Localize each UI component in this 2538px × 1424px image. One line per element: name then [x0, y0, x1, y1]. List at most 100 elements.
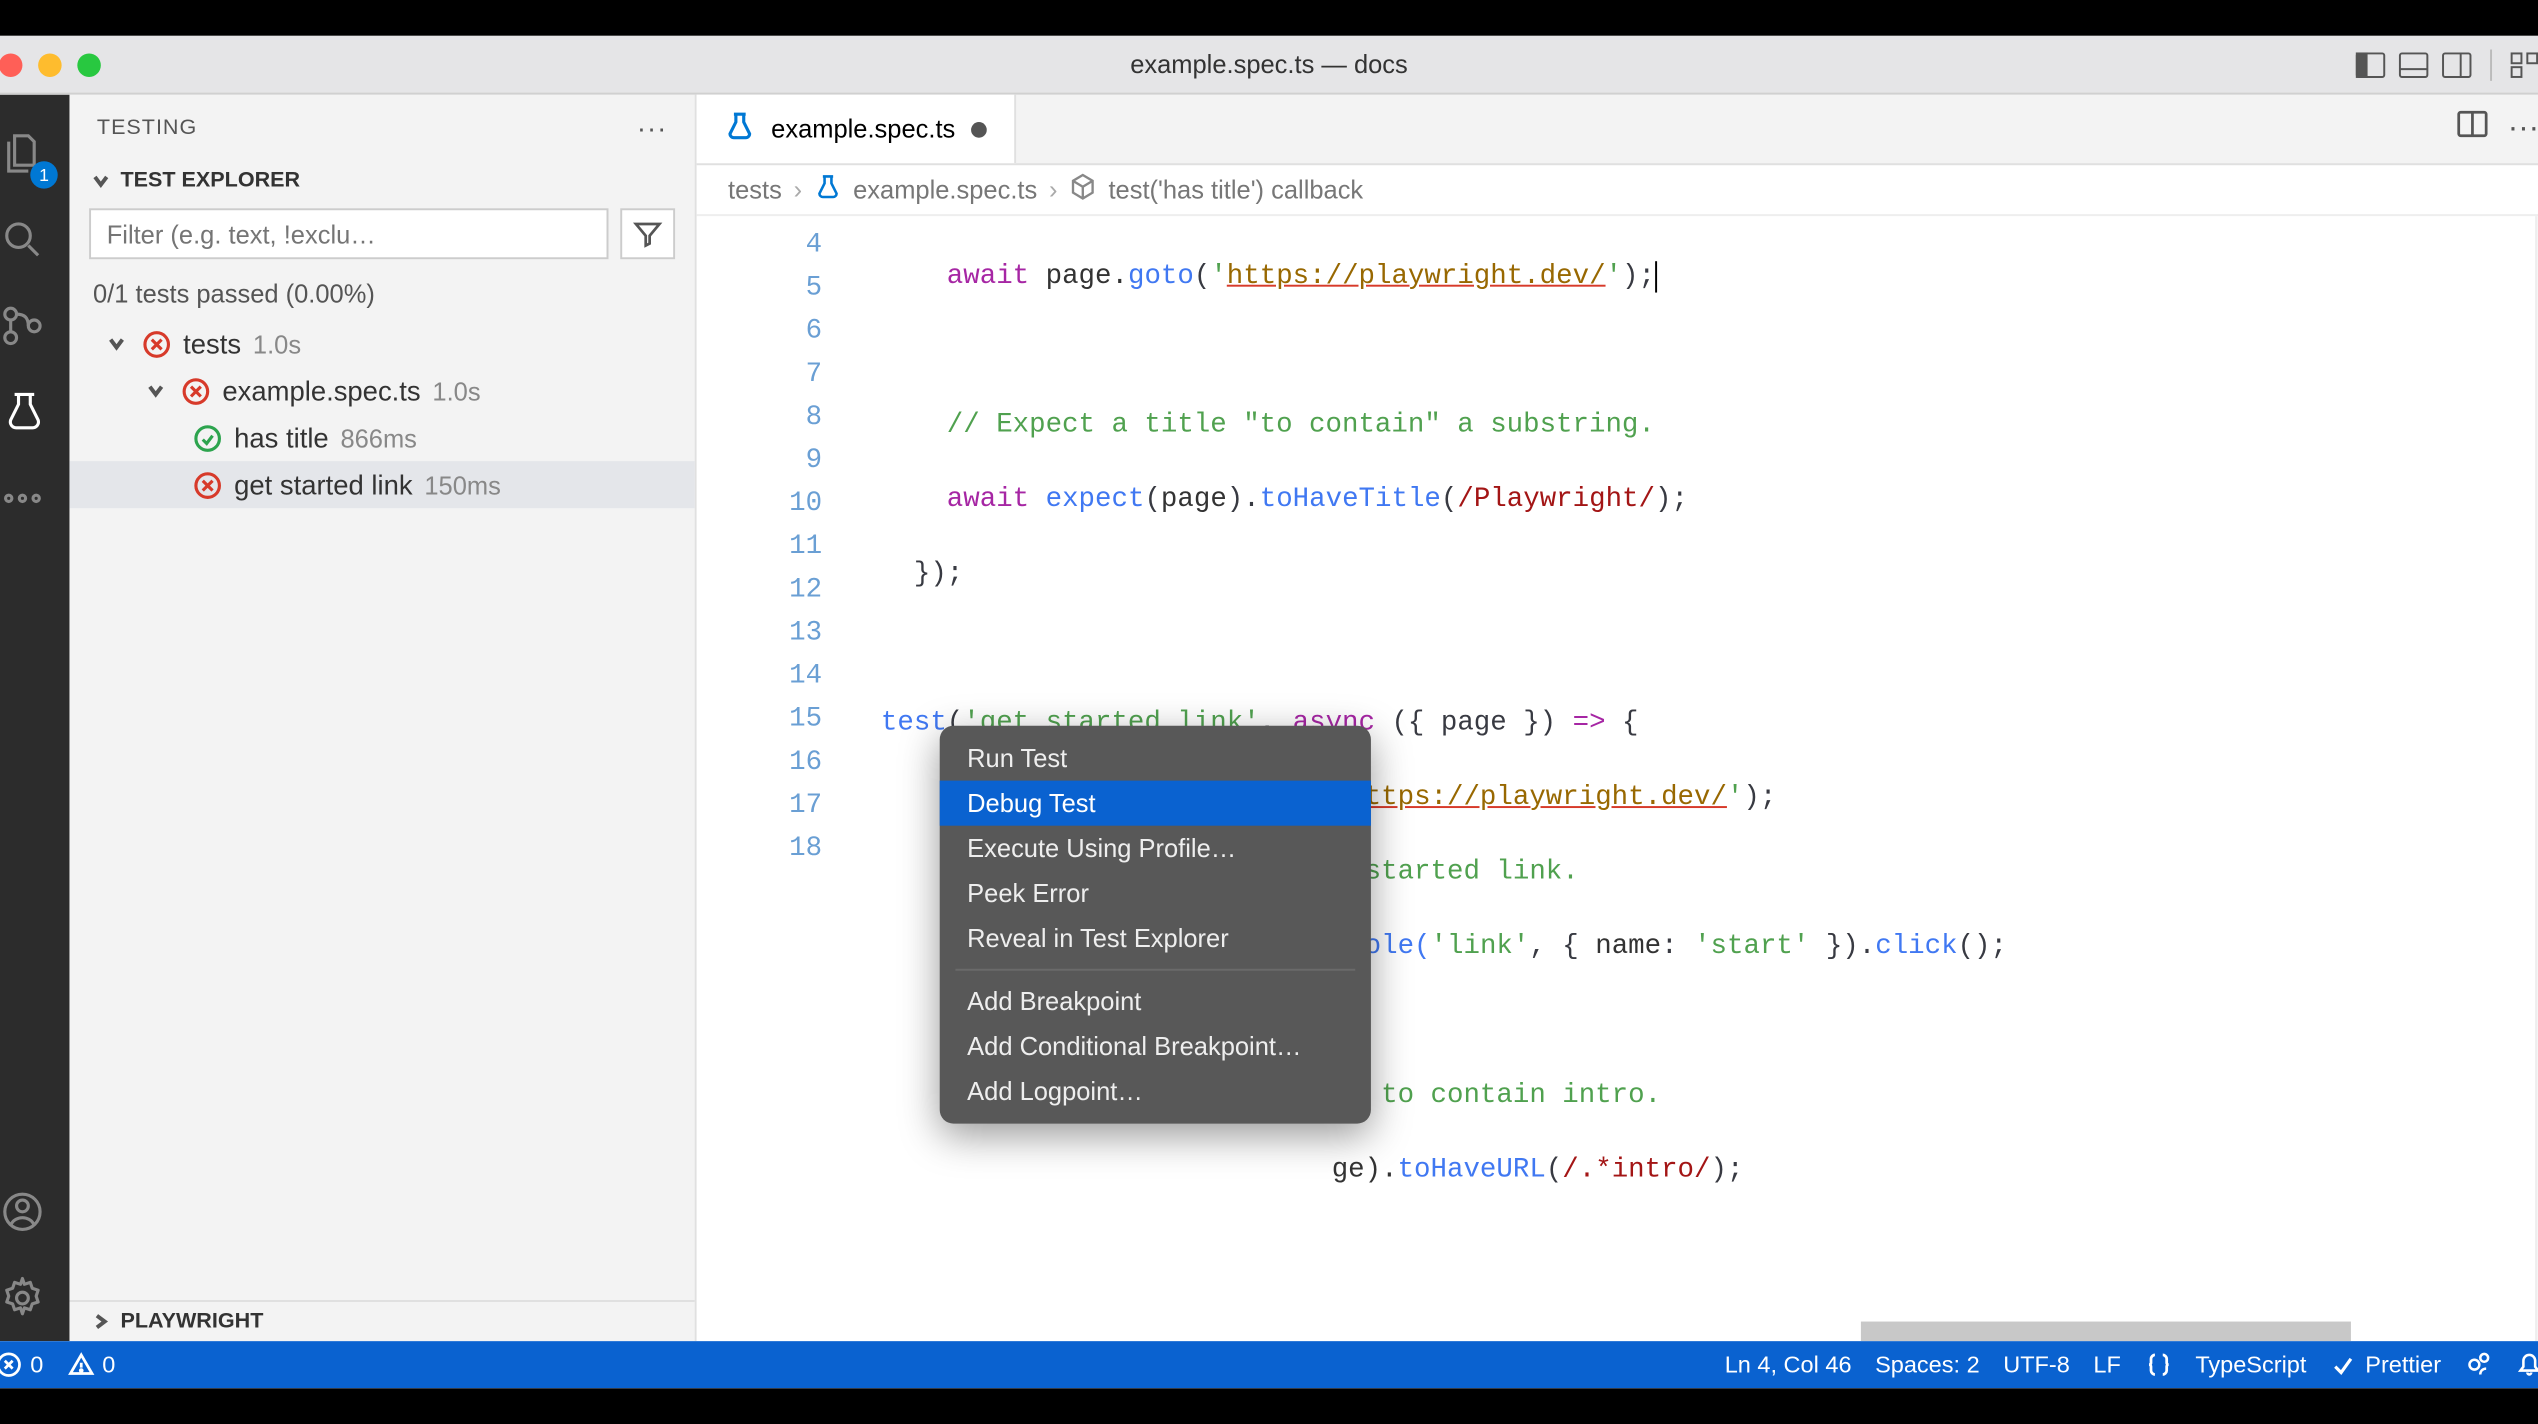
chevron-down-icon	[105, 332, 129, 356]
line-number: 14	[697, 655, 822, 698]
line-number: 5	[697, 267, 822, 310]
breadcrumb-item[interactable]: example.spec.ts	[853, 175, 1037, 204]
tree-label: get started link	[234, 469, 412, 500]
code-line: // Expect a title "to contain" a substri…	[881, 404, 2538, 447]
context-menu-item[interactable]: Add Breakpoint	[940, 979, 1371, 1024]
activity-testing[interactable]	[0, 369, 69, 455]
activity-search[interactable]	[0, 197, 69, 283]
status-warning-count: 0	[102, 1351, 115, 1378]
gutter: 4 5 6 7 8 9 10 11 12 13 14 15 16 17 18	[697, 216, 842, 1341]
status-warnings[interactable]: 0	[67, 1351, 115, 1378]
code-line: await expect(page).toHaveTitle(/Playwrig…	[881, 479, 2538, 522]
filter-row	[69, 200, 694, 267]
status-eol[interactable]: LF	[2093, 1351, 2120, 1378]
toggle-panel-icon[interactable]	[2396, 49, 2431, 80]
tree-label: has title	[234, 422, 329, 453]
tree-time: 866ms	[340, 423, 417, 452]
activity-source-control[interactable]	[0, 283, 69, 369]
toggle-primary-sidebar-icon[interactable]	[2353, 49, 2388, 80]
context-menu-item[interactable]: Reveal in Test Explorer	[940, 916, 1371, 961]
status-cursor[interactable]: Ln 4, Col 46	[1725, 1351, 1852, 1378]
tab-label: example.spec.ts	[771, 114, 955, 143]
split-editor-icon[interactable]	[2457, 110, 2488, 147]
beaker-icon	[814, 173, 841, 206]
tree-time: 1.0s	[432, 376, 480, 405]
status-braces-icon[interactable]	[2144, 1351, 2171, 1378]
tree-label: tests	[183, 328, 241, 359]
window-title: example.spec.ts — docs	[1130, 50, 1408, 79]
status-error-count: 0	[30, 1351, 43, 1378]
line-number: 6	[697, 310, 822, 353]
context-menu-item[interactable]: Add Logpoint…	[940, 1069, 1371, 1114]
test-explorer-header[interactable]: TEST EXPLORER	[69, 161, 694, 200]
more-actions-icon[interactable]: ···	[2508, 111, 2538, 146]
editor-tabs: example.spec.ts ···	[697, 95, 2538, 166]
vscode-window: example.spec.ts — docs 1	[0, 36, 2538, 1388]
tree-row-file[interactable]: example.spec.ts 1.0s	[69, 367, 694, 414]
code-line	[881, 628, 2538, 671]
status-prettier[interactable]: Prettier	[2330, 1351, 2441, 1378]
chevron-down-icon	[144, 379, 168, 403]
toggle-secondary-sidebar-icon[interactable]	[2439, 49, 2474, 80]
context-menu-item[interactable]: Debug Test	[940, 781, 1371, 826]
chevron-down-icon	[89, 169, 113, 193]
customize-layout-icon[interactable]	[2508, 49, 2538, 80]
activity-more[interactable]	[0, 455, 69, 541]
explorer-badge: 1	[30, 161, 57, 188]
window-zoom[interactable]	[77, 52, 101, 76]
testing-sidebar: TESTING ··· TEST EXPLORER 0/1 tests pass…	[69, 95, 696, 1342]
line-number: 18	[697, 828, 822, 871]
sidebar-more-icon[interactable]: ···	[637, 112, 667, 143]
activity-accounts[interactable]	[0, 1169, 69, 1255]
activity-settings[interactable]	[0, 1255, 69, 1341]
context-menu-item[interactable]: Run Test	[940, 736, 1371, 781]
fail-icon	[179, 375, 210, 406]
fail-icon	[140, 328, 171, 359]
fail-icon	[191, 469, 222, 500]
window-minimize[interactable]	[38, 52, 62, 76]
breadcrumbs[interactable]: tests › example.spec.ts › test('has titl…	[697, 165, 2538, 216]
status-encoding[interactable]: UTF-8	[2003, 1351, 2070, 1378]
code-line: await page.goto('https://playwright.dev/…	[881, 255, 2538, 298]
activity-bar: 1	[0, 95, 69, 1342]
context-menu-item[interactable]: Add Conditional Breakpoint…	[940, 1024, 1371, 1069]
line-number: 15	[697, 698, 822, 741]
filter-button[interactable]	[620, 208, 675, 259]
line-number: 8	[697, 396, 822, 439]
breadcrumb-item[interactable]: test('has title') callback	[1108, 175, 1363, 204]
chevron-right-icon	[89, 1310, 113, 1334]
tree-time: 150ms	[424, 470, 501, 499]
activity-explorer[interactable]: 1	[0, 110, 69, 196]
status-language[interactable]: TypeScript	[2195, 1351, 2306, 1378]
status-bell-icon[interactable]	[2516, 1351, 2538, 1378]
context-menu-item[interactable]: Peek Error	[940, 871, 1371, 916]
tab-actions: ···	[2433, 95, 2538, 164]
tree-row-has-title[interactable]: has title 866ms	[69, 414, 694, 461]
breadcrumb-item[interactable]: tests	[728, 175, 782, 204]
filter-input[interactable]	[89, 208, 608, 259]
line-number: 13	[697, 612, 822, 655]
traffic-lights	[0, 52, 101, 76]
status-indent[interactable]: Spaces: 2	[1875, 1351, 1980, 1378]
status-feedback-icon[interactable]	[2465, 1351, 2492, 1378]
status-errors[interactable]: 0	[0, 1351, 43, 1378]
tree-row-get-started[interactable]: get started link 150ms	[69, 461, 694, 508]
code-line: ge).toHaveURL(/.*intro/);	[881, 1149, 2538, 1192]
playwright-section-header[interactable]: PLAYWRIGHT	[69, 1302, 694, 1341]
pass-icon	[191, 422, 222, 453]
title-actions	[2353, 49, 2538, 80]
tab-example-spec[interactable]: example.spec.ts	[697, 95, 1016, 164]
line-number: 4	[697, 224, 822, 267]
titlebar-separator	[2490, 49, 2492, 80]
symbol-icon	[1069, 173, 1096, 206]
window-close[interactable]	[0, 52, 22, 76]
context-menu-item[interactable]: Execute Using Profile…	[940, 826, 1371, 871]
sidebar-title: TESTING ···	[69, 95, 694, 162]
horizontal-scrollbar[interactable]	[1861, 1322, 2351, 1342]
tree-row-tests[interactable]: tests 1.0s	[69, 320, 694, 367]
section-label: PLAYWRIGHT	[120, 1310, 263, 1334]
code-line	[881, 1224, 2538, 1267]
status-prettier-label: Prettier	[2365, 1351, 2441, 1378]
line-number: 12	[697, 569, 822, 612]
tree-label: example.spec.ts	[222, 375, 420, 406]
